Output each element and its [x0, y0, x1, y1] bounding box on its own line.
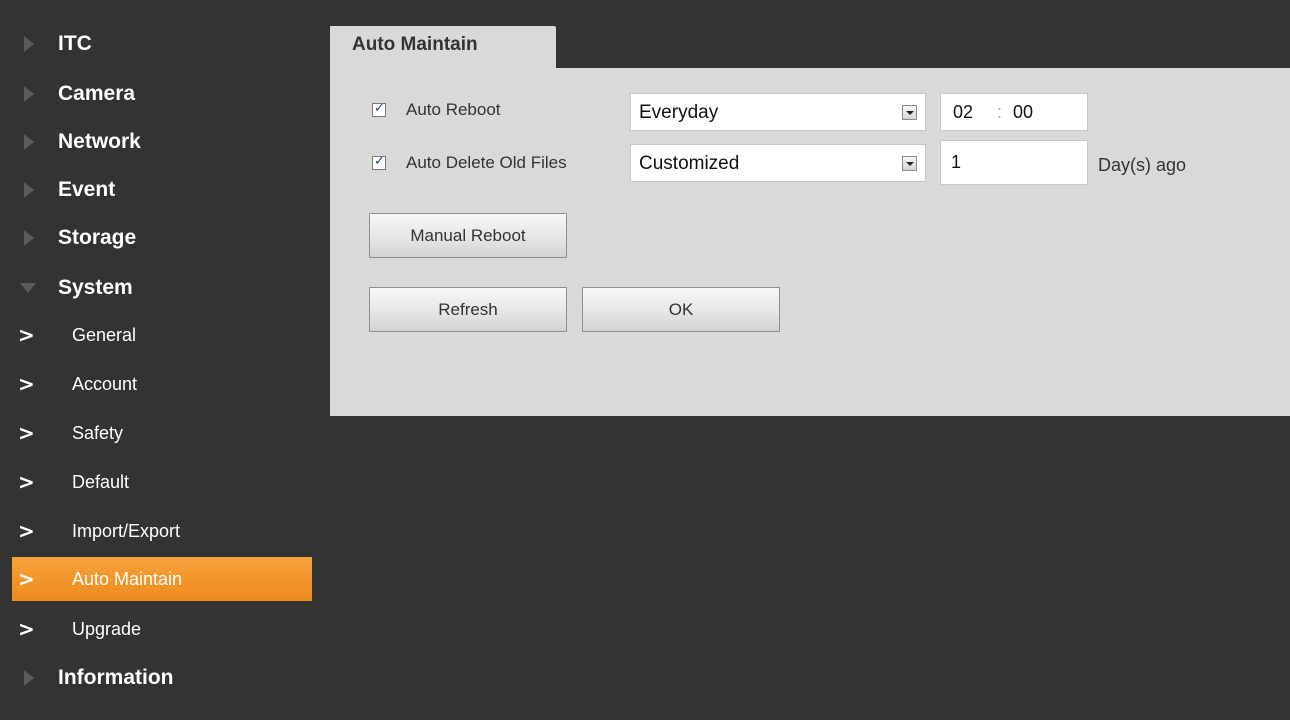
chevron-right-icon: > [18, 470, 35, 494]
auto-reboot-checkbox[interactable] [372, 101, 386, 117]
dropdown-arrow-icon[interactable] [902, 105, 917, 120]
sidebar-item-label: Information [58, 666, 174, 689]
expand-arrow-icon [24, 134, 34, 150]
expand-arrow-icon [24, 230, 34, 246]
expand-arrow-icon [24, 86, 34, 102]
sidebar-subitem-default[interactable]: > Default [12, 460, 312, 504]
auto-delete-label: Auto Delete Old Files [406, 153, 567, 172]
sidebar-item-label: Event [58, 178, 116, 201]
sidebar-item-label: ITC [58, 32, 92, 55]
delete-mode-select[interactable]: Customized [630, 144, 926, 182]
expand-arrow-icon [24, 36, 34, 52]
refresh-button[interactable]: Refresh [369, 287, 567, 332]
delete-days-value: 1 [951, 152, 962, 172]
sidebar-item-label: Storage [58, 226, 137, 249]
delete-mode-value: Customized [639, 153, 740, 174]
sidebar-subitem-import-export[interactable]: > Import/Export [12, 509, 312, 553]
sidebar-subitem-label: General [72, 324, 137, 345]
chevron-right-icon: > [18, 617, 35, 641]
delete-days-input[interactable]: 1 [940, 140, 1088, 185]
chevron-right-icon: > [18, 323, 35, 347]
sidebar-nav: ITC Camera Network Event Storage System … [0, 0, 320, 720]
sidebar-subitem-label: Import/Export [72, 520, 181, 541]
sidebar-item-event[interactable]: Event [0, 168, 320, 212]
manual-reboot-button[interactable]: Manual Reboot [369, 213, 567, 258]
reboot-minute-value[interactable]: 00 [1013, 102, 1033, 123]
expand-arrow-icon [24, 182, 34, 198]
chevron-right-icon: > [18, 519, 35, 543]
chevron-right-icon: > [18, 567, 35, 591]
chevron-right-icon: > [18, 421, 35, 445]
auto-delete-checkbox[interactable] [372, 154, 386, 170]
ok-button[interactable]: OK [582, 287, 780, 332]
dropdown-arrow-icon[interactable] [902, 156, 917, 171]
expand-arrow-icon [24, 670, 34, 686]
sidebar-subitem-label: Safety [72, 422, 124, 443]
tab-auto-maintain[interactable]: Auto Maintain [330, 26, 556, 69]
time-separator: : [997, 102, 1003, 122]
sidebar-item-itc[interactable]: ITC [0, 22, 320, 66]
sidebar-subitem-label: Default [72, 471, 130, 492]
tab-title: Auto Maintain [352, 34, 478, 55]
sidebar-item-label: Camera [58, 82, 136, 105]
sidebar-subitem-label: Account [72, 373, 138, 394]
collapse-arrow-icon [20, 283, 36, 293]
sidebar-item-label: Network [58, 130, 141, 153]
sidebar-item-system[interactable]: System [0, 266, 320, 310]
chevron-right-icon: > [18, 372, 35, 396]
auto-reboot-label: Auto Reboot [406, 100, 501, 119]
reboot-schedule-value: Everyday [639, 102, 719, 123]
sidebar-subitem-auto-maintain[interactable]: > Auto Maintain [12, 557, 312, 601]
sidebar-subitem-general[interactable]: > General [12, 313, 312, 357]
sidebar-item-label: System [58, 276, 133, 299]
sidebar-subitem-account[interactable]: > Account [12, 362, 312, 406]
sidebar-subitem-safety[interactable]: > Safety [12, 411, 312, 455]
sidebar-item-storage[interactable]: Storage [0, 216, 320, 260]
sidebar-item-camera[interactable]: Camera [0, 72, 320, 116]
sidebar-subitem-label: Upgrade [72, 618, 142, 639]
reboot-schedule-select[interactable]: Everyday [630, 93, 926, 131]
reboot-hour-value[interactable]: 02 [953, 102, 973, 123]
sidebar-subitem-upgrade[interactable]: > Upgrade [12, 607, 312, 651]
sidebar-subitem-label: Auto Maintain [72, 568, 183, 589]
sidebar-item-network[interactable]: Network [0, 120, 320, 164]
reboot-time-input[interactable]: 02 : 00 [940, 93, 1088, 131]
sidebar-item-information[interactable]: Information [0, 656, 320, 700]
days-ago-label: Day(s) ago [1098, 155, 1187, 175]
